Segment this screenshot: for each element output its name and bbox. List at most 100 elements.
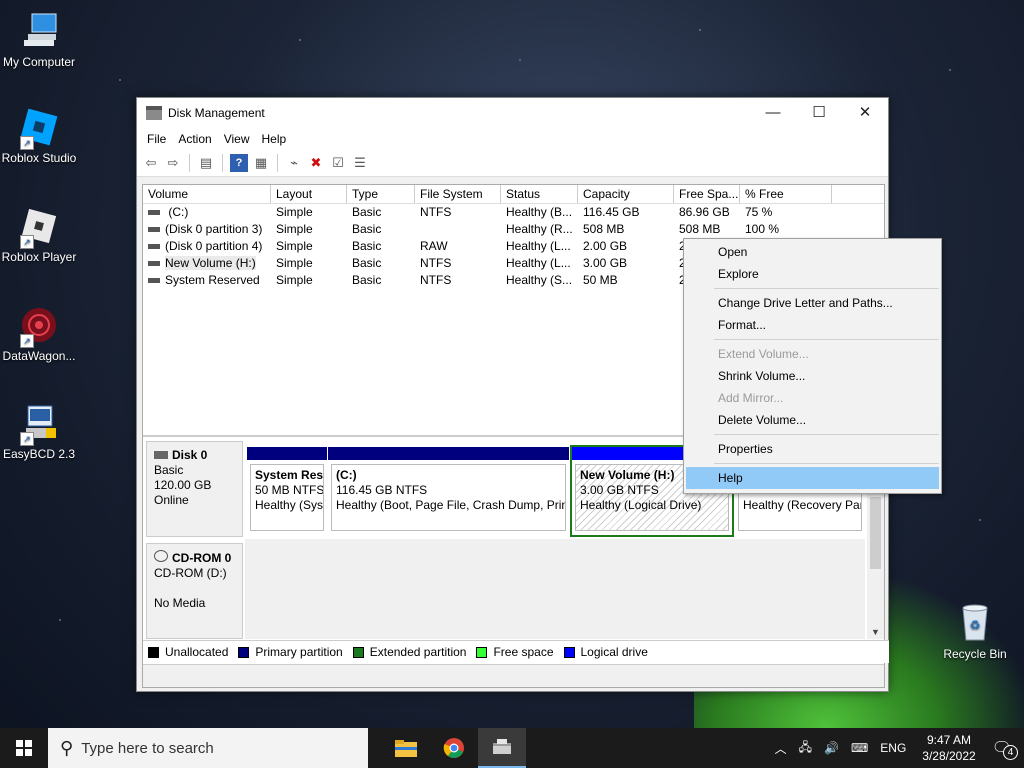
minimize-button[interactable]: — xyxy=(750,98,796,126)
desktop-icon-roblox-player[interactable]: ↗ Roblox Player xyxy=(0,205,78,264)
partition-system-reserved[interactable]: System Res 50 MB NTFS Healthy (Sys xyxy=(247,447,327,535)
disk-name: Disk 0 xyxy=(172,448,208,462)
column-header-percent-free[interactable]: % Free xyxy=(740,185,832,203)
menu-item-explore[interactable]: Explore xyxy=(684,263,941,285)
volume-icon xyxy=(148,227,160,233)
desktop-icon-label: EasyBCD 2.3 xyxy=(2,447,76,461)
menu-item-delete-volume[interactable]: Delete Volume... xyxy=(684,409,941,431)
desktop-icon-roblox-studio[interactable]: ↗ Roblox Studio xyxy=(0,106,78,165)
connect-disk-icon[interactable]: ⌁ xyxy=(285,154,303,172)
keyboard-icon[interactable]: ⌨ xyxy=(851,741,868,755)
easybcd-icon: ↗ xyxy=(18,402,60,446)
legend-swatch xyxy=(476,646,488,658)
desktop-icon-datawagon[interactable]: ↗ DataWagon... xyxy=(0,304,78,363)
menu-item-extend-volume: Extend Volume... xyxy=(718,347,809,361)
menu-item-open[interactable]: Open xyxy=(684,241,941,263)
datawagon-icon: ↗ xyxy=(18,304,60,348)
partition-size: 50 MB NTFS xyxy=(255,483,324,497)
menu-item-change-drive-letter[interactable]: Change Drive Letter and Paths... xyxy=(684,292,941,314)
menu-item-shrink-volume[interactable]: Shrink Volume... xyxy=(684,365,941,387)
cell-status: Healthy (L... xyxy=(506,239,571,253)
recycle-bin-icon: ♻ xyxy=(954,602,996,644)
cell-file-system: NTFS xyxy=(420,205,452,219)
table-row[interactable]: (C:) Simple Basic NTFS Healthy (B... 116… xyxy=(143,204,884,221)
delete-icon[interactable]: ✖ xyxy=(307,154,325,172)
menu-item-help[interactable]: Help xyxy=(686,467,939,489)
menu-item-properties[interactable]: Properties xyxy=(684,438,941,460)
column-header-free-space[interactable]: Free Spa... xyxy=(674,185,740,203)
desktop-icon-easybcd[interactable]: ↗ EasyBCD 2.3 xyxy=(0,402,78,461)
volume-name: System Reserved xyxy=(165,273,260,287)
taskbar: ⚲ Type here to search ︿ 🖧 🔊 ⌨ ENG 9:47 A… xyxy=(0,728,1024,768)
shortcut-arrow-icon: ↗ xyxy=(20,334,34,348)
title-bar[interactable]: Disk Management — ☐ ✕ xyxy=(137,98,888,128)
clock[interactable]: 9:47 AM 3/28/2022 xyxy=(922,732,975,764)
column-header-file-system[interactable]: File System xyxy=(415,185,501,203)
properties-view-icon[interactable]: ▦ xyxy=(252,154,270,172)
network-icon[interactable]: 🖧 xyxy=(799,738,812,759)
toolbar-separator xyxy=(189,154,190,172)
maximize-button[interactable]: ☐ xyxy=(796,98,842,126)
file-explorer-icon xyxy=(395,740,417,757)
column-header-type[interactable]: Type xyxy=(347,185,415,203)
volume-list-header: Volume Layout Type File System Status Ca… xyxy=(143,185,884,204)
cdrom-0-info[interactable]: CD-ROM 0 CD-ROM (D:) No Media xyxy=(146,543,243,639)
menu-help[interactable]: Help xyxy=(256,132,293,146)
clock-time: 9:47 AM xyxy=(926,733,971,747)
console-tree-icon[interactable]: ▤ xyxy=(197,154,215,172)
partition-bar xyxy=(247,447,327,460)
menu-action[interactable]: Action xyxy=(172,132,217,146)
column-header-volume[interactable]: Volume xyxy=(143,185,271,203)
cell-capacity: 508 MB xyxy=(583,222,625,236)
show-hidden-icons-chevron-icon[interactable]: ︿ xyxy=(775,740,787,757)
language-indicator[interactable]: ENG xyxy=(880,741,906,755)
desktop-icon-label: Roblox Player xyxy=(1,250,77,264)
partition-c[interactable]: (C:) 116.45 GB NTFS Healthy (Boot, Page … xyxy=(328,447,569,535)
column-header-status[interactable]: Status xyxy=(501,185,578,203)
taskbar-chrome[interactable] xyxy=(430,728,478,768)
cell-file-system: RAW xyxy=(420,239,448,253)
column-header-layout[interactable]: Layout xyxy=(271,185,347,203)
notification-center-icon[interactable]: 🗨 4 xyxy=(992,738,1018,760)
window-title: Disk Management xyxy=(168,106,265,120)
taskbar-disk-management[interactable] xyxy=(478,728,526,768)
menu-view[interactable]: View xyxy=(218,132,256,146)
cell-layout: Simple xyxy=(276,273,313,287)
volume-icon[interactable]: 🔊 xyxy=(824,741,839,755)
help-icon[interactable]: ? xyxy=(230,154,248,172)
cell-layout: Simple xyxy=(276,256,313,270)
disk-0-info[interactable]: Disk 0 Basic 120.00 GB Online xyxy=(146,441,243,537)
forward-arrow-icon[interactable]: ⇨ xyxy=(164,154,182,172)
partition-title: System Res xyxy=(255,468,324,482)
search-placeholder: Type here to search xyxy=(81,739,214,757)
column-header-capacity[interactable]: Capacity xyxy=(578,185,674,203)
menu-item-format[interactable]: Format... xyxy=(684,314,941,336)
cell-status: Healthy (R... xyxy=(506,222,573,236)
desktop-icon-my-computer[interactable]: My Computer xyxy=(0,10,78,69)
partition-status: Healthy (Boot, Page File, Crash Dump, Pr… xyxy=(336,498,566,512)
disk-management-app-icon xyxy=(146,106,162,120)
chrome-icon xyxy=(443,738,464,758)
close-button[interactable]: ✕ xyxy=(842,98,888,126)
table-row[interactable]: (Disk 0 partition 3) Simple Basic Health… xyxy=(143,221,884,238)
menu-bar: File Action View Help xyxy=(137,128,888,150)
disk-type: Basic xyxy=(154,463,184,477)
legend-logical-drive: Logical drive xyxy=(563,645,648,659)
menu-file[interactable]: File xyxy=(141,132,172,146)
desktop-icon-recycle-bin[interactable]: ♻ Recycle Bin xyxy=(936,602,1014,661)
check-icon[interactable]: ☑ xyxy=(329,154,347,172)
taskbar-file-explorer[interactable] xyxy=(382,728,430,768)
toolbar: ⇦ ⇨ ▤ ? ▦ ⌁ ✖ ☑ ☰ xyxy=(137,150,888,177)
cell-percent-free: 100 % xyxy=(745,222,780,236)
settings-list-icon[interactable]: ☰ xyxy=(351,154,369,172)
menu-separator xyxy=(714,463,939,464)
scrollbar-thumb[interactable] xyxy=(870,497,881,569)
clock-date: 3/28/2022 xyxy=(922,749,976,763)
taskbar-search-box[interactable]: ⚲ Type here to search xyxy=(48,728,368,768)
back-arrow-icon[interactable]: ⇦ xyxy=(142,154,160,172)
scroll-down-icon[interactable]: ▼ xyxy=(871,627,880,637)
cell-status: Healthy (S... xyxy=(506,273,573,287)
toolbar-separator xyxy=(277,154,278,172)
partition-title: New Volume (H:) xyxy=(580,468,675,482)
start-button[interactable] xyxy=(0,728,48,768)
